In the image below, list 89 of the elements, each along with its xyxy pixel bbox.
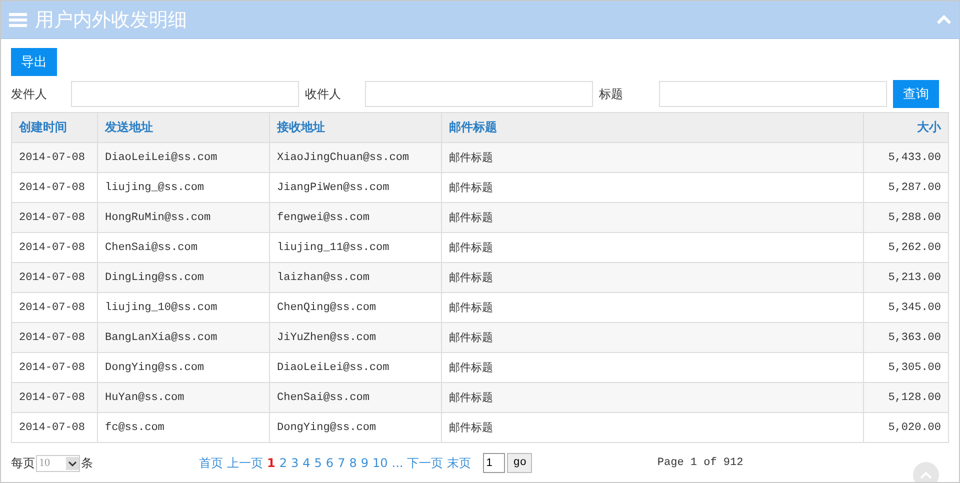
table-cell: 2014-07-08 [12,292,98,322]
search-button[interactable]: 查询 [893,80,939,108]
table-cell: 5,288.00 [864,202,948,232]
table-cell: laizhan@ss.com [270,262,442,292]
page-link[interactable]: 10 [372,456,388,470]
table-cell: HuYan@ss.com [98,382,270,412]
table-cell: 2014-07-08 [12,412,98,442]
table-cell: 邮件标题 [442,292,864,322]
filter-label: 收件人 [305,86,342,102]
table-cell: DiaoLeiLei@ss.com [98,142,270,172]
last-page-link[interactable]: 末页 [447,454,472,472]
table-cell: DingLing@ss.com [98,262,270,292]
column-header[interactable]: 邮件标题 [442,112,864,142]
table-cell: 5,305.00 [864,352,948,382]
table-cell: 2014-07-08 [12,382,98,412]
table-cell: 邮件标题 [442,172,864,202]
table-cell: 5,213.00 [864,262,948,292]
per-page-label: 每页 [11,454,35,472]
table-cell: 2014-07-08 [12,202,98,232]
table-cell: XiaoJingChuan@ss.com [270,142,442,172]
collapse-icon[interactable] [937,15,951,24]
next-page-link[interactable]: 下一页 [407,454,444,472]
filter-label: 发件人 [11,86,48,102]
table-cell: HongRuMin@ss.com [98,202,270,232]
first-page-link[interactable]: 首页 [199,454,223,472]
page-link[interactable]: 2 [279,456,287,470]
table-cell: 邮件标题 [442,262,864,292]
table-cell: fengwei@ss.com [270,202,442,232]
table-cell: 邮件标题 [442,382,864,412]
table-cell: 邮件标题 [442,352,864,382]
table-cell: 5,345.00 [864,292,948,322]
table-cell: 5,433.00 [864,142,948,172]
prev-page-link[interactable]: 上一页 [227,454,263,472]
page-link[interactable]: 5 [314,456,322,470]
ellipsis: ... [392,456,404,470]
filter-field[interactable] [659,81,887,107]
table-cell: 邮件标题 [442,232,864,262]
per-page-unit: 条 [81,454,93,472]
filter-label: 标题 [599,86,624,102]
table-cell: liujing_11@ss.com [270,232,442,262]
table-cell: liujing_10@ss.com [98,292,270,322]
scroll-top-button[interactable] [913,462,939,482]
table-cell: 5,287.00 [864,172,948,202]
table-cell: fc@ss.com [98,412,270,442]
page-size-select[interactable]: 10 [36,454,80,472]
table-cell: 5,262.00 [864,232,948,262]
table-cell: 2014-07-08 [12,352,98,382]
table-cell: 2014-07-08 [12,142,98,172]
table-cell: 2014-07-08 [12,172,98,202]
page-link[interactable]: 4 [302,456,310,470]
table-cell: liujing_@ss.com [98,172,270,202]
table-cell: DongYing@ss.com [98,352,270,382]
table-cell: 2014-07-08 [12,232,98,262]
menu-icon[interactable] [9,12,27,26]
page-link[interactable]: 1 [267,456,276,470]
page-link[interactable]: 7 [338,456,346,470]
table-cell: ChenSai@ss.com [98,232,270,262]
table-cell: ChenQing@ss.com [270,292,442,322]
filter-field[interactable] [71,81,299,107]
table-cell: DiaoLeiLei@ss.com [270,352,442,382]
table-cell: BangLanXia@ss.com [98,322,270,352]
page-link[interactable]: 8 [349,456,357,470]
table-cell: ChenSai@ss.com [270,382,442,412]
filter-field[interactable] [365,81,593,107]
page-number-field[interactable]: 1 [483,453,506,473]
table-cell: JiYuZhen@ss.com [270,322,442,352]
table-cell: 5,020.00 [864,412,948,442]
page-link[interactable]: 9 [360,456,368,470]
table-cell: JiangPiWen@ss.com [270,172,442,202]
column-header[interactable]: 接收地址 [270,112,442,142]
panel-title: 用户内外收发明细 [35,8,188,32]
table-cell: 2014-07-08 [12,322,98,352]
table-cell: 邮件标题 [442,142,864,172]
table-cell: 邮件标题 [442,322,864,352]
column-header[interactable]: 发送地址 [98,112,270,142]
table-cell: 5,128.00 [864,382,948,412]
go-button[interactable]: go [507,453,532,473]
table-cell: 邮件标题 [442,412,864,442]
table-cell: DongYing@ss.com [270,412,442,442]
column-header[interactable]: 创建时间 [12,112,98,142]
page-link[interactable]: 3 [291,456,299,470]
page-info: Page 1 of 912 [657,457,744,469]
chevron-up-icon [920,471,932,479]
column-header[interactable]: 大小 [864,112,948,142]
table-cell: 2014-07-08 [12,262,98,292]
export-button[interactable]: 导出 [11,48,57,76]
table-cell: 邮件标题 [442,202,864,232]
page-link[interactable]: 6 [326,456,334,470]
table-cell: 5,363.00 [864,322,948,352]
